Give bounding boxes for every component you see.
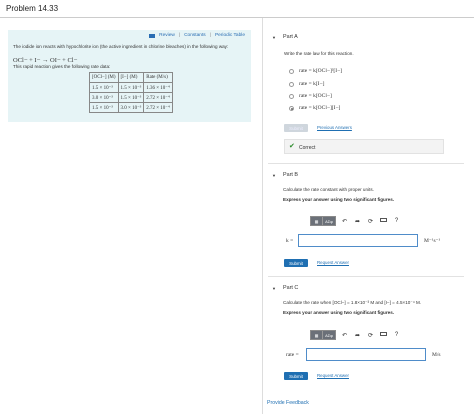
k-label: k = (286, 238, 294, 244)
templates-icon[interactable]: ▦ (311, 331, 323, 339)
rate-data-table: [OCl−] (M) [I−] (M) Rate (M/s) 1.5 × 10⁻… (89, 72, 173, 113)
redo-icon[interactable]: ➦ (353, 218, 362, 225)
reset-icon[interactable]: ⟳ (366, 332, 375, 339)
provide-feedback-link[interactable]: Provide Feedback (267, 400, 309, 406)
keyboard-icon[interactable] (379, 218, 388, 224)
link-separator: | (178, 33, 181, 38)
column-header: [OCl−] (M) (89, 72, 119, 83)
collapse-arrow-icon[interactable]: ▼ (272, 35, 276, 40)
units-label: M⁻¹s⁻¹ (424, 238, 441, 244)
table-cell: 3.0 × 10⁻³ (89, 92, 119, 103)
option-label[interactable]: rate = k[OCl−] (299, 93, 332, 99)
part-divider (268, 276, 464, 277)
periodic-table-link[interactable]: Periodic Table (215, 33, 245, 38)
rate-input[interactable] (306, 348, 426, 361)
table-cell: 1.5 × 10⁻³ (89, 82, 119, 93)
option-radio[interactable] (289, 94, 294, 99)
math-toolbar: ▦ AΣφ ↶ ➦ ⟳ ? (310, 330, 401, 340)
correct-feedback: ✔ Correct (284, 139, 444, 154)
page-title: Problem 14.33 (6, 4, 59, 13)
table-cell: 3.0 × 10⁻³ (117, 102, 145, 113)
correct-label: Correct (299, 144, 316, 151)
option-label[interactable]: rate = k[I−] (299, 81, 324, 87)
option-radio[interactable] (289, 82, 294, 87)
request-answer-link[interactable]: Request Answer (317, 373, 349, 378)
book-icon (149, 33, 156, 38)
table-cell: 1.36 × 10⁻⁴ (143, 82, 173, 93)
request-answer-link[interactable]: Request Answer (317, 260, 349, 265)
table-cell: 1.5 × 10⁻³ (117, 82, 145, 93)
part-c-title[interactable]: Part C (283, 285, 298, 291)
constants-link[interactable]: Constants (184, 33, 206, 38)
table-row: 1.5 × 10⁻³ 3.0 × 10⁻³ 2.72 × 10⁻⁴ (89, 102, 173, 113)
undo-icon[interactable]: ↶ (340, 218, 349, 225)
rate-data-note: This rapid reaction gives the following … (13, 64, 111, 69)
table-header-row: [OCl−] (M) [I−] (M) Rate (M/s) (89, 72, 173, 83)
redo-icon[interactable]: ➦ (353, 332, 362, 339)
table-cell: 2.72 × 10⁻⁴ (143, 92, 173, 103)
table-row: 1.5 × 10⁻³ 1.5 × 10⁻³ 1.36 × 10⁻⁴ (89, 82, 173, 93)
template-buttons: ▦ AΣφ (310, 330, 336, 340)
part-a-title[interactable]: Part A (283, 34, 298, 40)
part-a-prompt: Write the rate law for this reaction. (284, 51, 354, 56)
problem-intro: The iodide ion reacts with hypochlorite … (13, 44, 229, 49)
column-header: [I−] (M) (117, 72, 145, 83)
submit-button[interactable]: Submit (284, 372, 308, 380)
option-label[interactable]: rate = k[OCl−]²[I−] (299, 68, 342, 74)
link-separator: | (209, 33, 211, 38)
option-label[interactable]: rate = k[OCl−][I−] (299, 105, 340, 111)
math-toolbar: ▦ AΣφ ↶ ➦ ⟳ ? (310, 216, 401, 226)
resource-links: Review | Constants | Periodic Table (149, 33, 245, 38)
previous-answers-link[interactable]: Previous Answers (317, 125, 352, 130)
keyboard-icon[interactable] (379, 332, 388, 338)
rate-label: rate = (286, 352, 299, 358)
checkmark-icon: ✔ (289, 143, 295, 150)
units-label: M/s (432, 352, 441, 358)
part-c-instruction: Express your answer using two significan… (283, 310, 395, 315)
problem-panel: Review | Constants | Periodic Table The … (8, 30, 251, 122)
table-row: 3.0 × 10⁻³ 1.5 × 10⁻³ 2.72 × 10⁻⁴ (89, 92, 173, 103)
collapse-arrow-icon[interactable]: ▼ (272, 286, 276, 291)
table-cell: 2.72 × 10⁻⁴ (143, 102, 173, 113)
column-header: Rate (M/s) (143, 72, 173, 83)
templates-icon[interactable]: ▦ (311, 217, 323, 225)
table-cell: 1.5 × 10⁻³ (117, 92, 145, 103)
part-c-prompt: Calculate the rate when [OCl−] = 1.8×10⁻… (283, 300, 422, 305)
reset-icon[interactable]: ⟳ (366, 218, 375, 225)
help-icon[interactable]: ? (392, 332, 401, 338)
rate-constant-input[interactable] (298, 234, 418, 247)
undo-icon[interactable]: ↶ (340, 332, 349, 339)
option-radio[interactable] (289, 69, 294, 74)
symbols-button[interactable]: AΣφ (323, 331, 335, 339)
template-buttons: ▦ AΣφ (310, 216, 336, 226)
symbols-button[interactable]: AΣφ (323, 217, 335, 225)
help-icon[interactable]: ? (392, 218, 401, 224)
part-b-instruction: Express your answer using two significan… (283, 197, 395, 202)
part-b-title[interactable]: Part B (283, 172, 298, 178)
submit-button[interactable]: Submit (284, 259, 308, 267)
option-radio-selected[interactable] (289, 106, 294, 111)
part-b-prompt: Calculate the rate constant with proper … (283, 187, 374, 192)
submit-button[interactable]: Submit (284, 124, 308, 132)
table-cell: 1.5 × 10⁻³ (89, 102, 119, 113)
reaction-equation: OCl− + I− → OI− + Cl− (13, 57, 78, 64)
part-divider (268, 163, 464, 164)
review-link[interactable]: Review (159, 33, 175, 38)
collapse-arrow-icon[interactable]: ▼ (272, 173, 276, 178)
